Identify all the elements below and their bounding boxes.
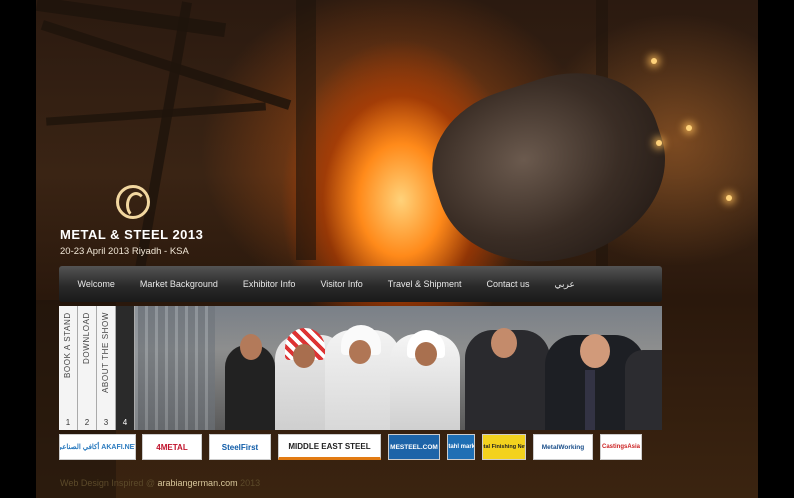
- sponsor-4metal[interactable]: 4METAL: [142, 434, 202, 460]
- slide-photo: [135, 306, 662, 430]
- tab-number: 4: [122, 418, 128, 427]
- nav-travel-shipment[interactable]: Travel & Shipment: [375, 279, 474, 289]
- tab-about-the-show[interactable]: ABOUT THE SHOW 3: [97, 306, 116, 430]
- main-nav: Welcome Market Background Exhibitor Info…: [59, 266, 662, 302]
- nav-visitor-info[interactable]: Visitor Info: [308, 279, 375, 289]
- show-dates: 20-23 April 2013 Riyadh - KSA: [60, 246, 189, 257]
- nav-arabic[interactable]: عربي: [542, 279, 587, 290]
- slideshow-panel: BOOK A STAND 1 DOWNLOAD 2 ABOUT THE SHOW…: [59, 306, 662, 430]
- sponsor-akafi[interactable]: أكافي الصناعي AKAFI.NET: [59, 434, 136, 460]
- tab-slide-4[interactable]: 4: [116, 306, 135, 430]
- sponsor-mesteel[interactable]: MESTEEL.COM: [388, 434, 440, 460]
- tab-label: DOWNLOAD: [82, 312, 91, 364]
- tab-number: 1: [65, 418, 71, 427]
- footer-credit: Web Design Inspired @ arabiangerman.com …: [60, 478, 360, 488]
- tab-download[interactable]: DOWNLOAD 2: [78, 306, 97, 430]
- sponsor-metal-finishing[interactable]: Metal Finishing News: [482, 434, 526, 460]
- sponsor-stahl[interactable]: stahl markt: [447, 434, 475, 460]
- footer-link[interactable]: arabiangerman.com: [158, 478, 238, 488]
- logo-emblem-icon: [116, 185, 150, 219]
- sponsor-metalworking[interactable]: MetalWorking: [533, 434, 593, 460]
- tab-number: 2: [84, 418, 90, 427]
- sponsor-logos: أكافي الصناعي AKAFI.NET 4METAL SteelFirs…: [59, 434, 679, 460]
- sponsor-middle-east-steel[interactable]: MIDDLE EAST STEEL: [278, 434, 381, 460]
- slide-tabs: BOOK A STAND 1 DOWNLOAD 2 ABOUT THE SHOW…: [59, 306, 135, 430]
- footer-prefix: Web Design Inspired @: [60, 478, 156, 488]
- show-logo[interactable]: METAL & STEEL 2013 20-23 April 2013 Riya…: [60, 185, 220, 257]
- tab-number: 3: [103, 418, 109, 427]
- nav-welcome[interactable]: Welcome: [65, 279, 127, 289]
- nav-market-background[interactable]: Market Background: [127, 279, 230, 289]
- nav-exhibitor-info[interactable]: Exhibitor Info: [230, 279, 308, 289]
- tab-label: BOOK A STAND: [63, 312, 72, 378]
- sponsor-steelfirst[interactable]: SteelFirst: [209, 434, 271, 460]
- sponsor-castings[interactable]: CastingsAsia: [600, 434, 642, 460]
- tab-book-a-stand[interactable]: BOOK A STAND 1: [59, 306, 78, 430]
- footer-year: 2013: [240, 478, 261, 488]
- show-title: METAL & STEEL 2013: [60, 227, 204, 242]
- tab-label: ABOUT THE SHOW: [101, 312, 110, 394]
- nav-contact-us[interactable]: Contact us: [474, 279, 542, 289]
